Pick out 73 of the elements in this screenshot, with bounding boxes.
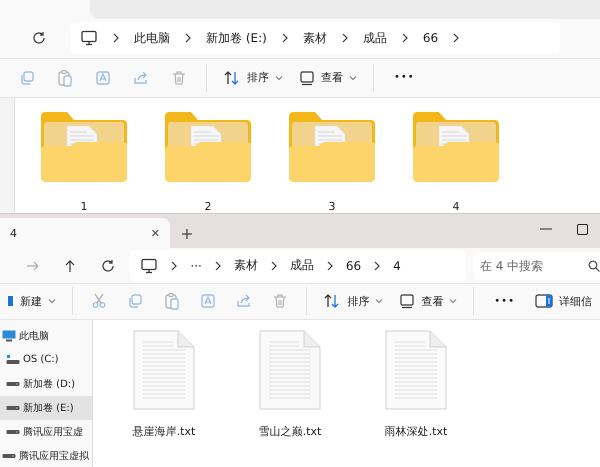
- drive-icon: [2, 452, 16, 459]
- folder-name[interactable]: 1: [80, 200, 88, 213]
- more-button[interactable]: •••: [482, 287, 527, 316]
- view-button[interactable]: 查看: [291, 64, 365, 92]
- breadcrumb[interactable]: 66: [346, 258, 362, 272]
- computer-icon: [2, 330, 16, 342]
- breadcrumb[interactable]: 新加卷 (E:): [206, 30, 267, 47]
- overflow-button[interactable]: ···: [190, 258, 202, 272]
- search-field[interactable]: 在 4 中搜索: [474, 252, 600, 280]
- chevron-icon: [214, 260, 222, 270]
- folder-icon[interactable]: [163, 110, 253, 182]
- sort-icon: [323, 293, 342, 310]
- chevron-icon: [373, 260, 382, 270]
- caret-icon: [275, 74, 283, 81]
- sidebar-item[interactable]: 此电脑: [0, 324, 92, 348]
- sidebar-item[interactable]: 新加卷 (D:): [0, 372, 92, 396]
- file-name[interactable]: 雪山之巅.txt: [258, 424, 322, 439]
- caret-icon: [375, 298, 384, 304]
- sort-button[interactable]: 排序: [215, 64, 291, 92]
- breadcrumb[interactable]: 成品: [362, 30, 387, 47]
- address-bar[interactable]: ··· 素材 成品 66 4: [130, 250, 466, 282]
- chevron-icon: [452, 33, 460, 44]
- sidebar-item[interactable]: 腾讯应用宝虚拟: [0, 444, 92, 467]
- chevron-icon: [400, 33, 409, 44]
- caret-icon: [449, 298, 458, 304]
- chevron-icon: [280, 33, 289, 44]
- chevron-icon: [184, 33, 192, 44]
- close-tab-button[interactable]: ✕: [150, 226, 160, 240]
- file-name[interactable]: 悬崖海岸.txt: [132, 424, 196, 439]
- drive-icon: [6, 404, 20, 411]
- drive-icon: [6, 380, 20, 387]
- computer-icon: [140, 258, 158, 274]
- sidebar-item[interactable]: 新加卷 (E:): [0, 396, 92, 420]
- file-name[interactable]: 雨林深处.txt: [384, 424, 448, 439]
- folder-name[interactable]: 4: [452, 200, 460, 213]
- text-file-icon[interactable]: [259, 330, 321, 410]
- view-button[interactable]: 查看: [391, 287, 466, 316]
- folder-icon[interactable]: [39, 110, 129, 182]
- breadcrumb[interactable]: 成品: [290, 257, 314, 274]
- breadcrumb[interactable]: 素材: [234, 257, 258, 274]
- sort-button[interactable]: 排序: [315, 287, 392, 316]
- breadcrumb[interactable]: 此电脑: [134, 30, 170, 47]
- folder-name[interactable]: 2: [204, 200, 212, 213]
- text-file-icon[interactable]: [385, 330, 447, 410]
- details-pane-icon: [534, 294, 553, 308]
- caret-icon: [48, 298, 56, 304]
- chevron-icon: [326, 260, 334, 270]
- new-button[interactable]: 新建: [0, 287, 64, 316]
- view-icon: [299, 70, 315, 86]
- chevron-icon: [112, 33, 120, 44]
- sidebar-item[interactable]: 腾讯应用宝虚: [0, 420, 92, 444]
- folder-icon[interactable]: [287, 110, 377, 182]
- drive-icon: [6, 428, 20, 435]
- breadcrumb[interactable]: 66: [422, 31, 438, 46]
- new-tab-button[interactable]: +: [170, 218, 204, 248]
- details-button[interactable]: 详细信: [526, 287, 600, 316]
- chevron-icon: [170, 260, 178, 270]
- sidebar-item[interactable]: OS (C:): [0, 348, 92, 372]
- address-bar[interactable]: 此电脑 新加卷 (E:) 素材 成品 66: [70, 22, 560, 54]
- caret-icon: [349, 74, 357, 81]
- view-icon: [399, 293, 416, 310]
- text-file-icon[interactable]: [133, 330, 195, 410]
- sort-icon: [223, 70, 241, 86]
- folder-name[interactable]: 3: [328, 200, 336, 213]
- computer-icon: [80, 30, 98, 46]
- more-button[interactable]: •••: [382, 64, 427, 92]
- breadcrumb[interactable]: 4: [393, 258, 401, 272]
- chevron-icon: [270, 260, 278, 270]
- chevron-icon: [340, 33, 349, 44]
- drive-icon: [6, 354, 20, 365]
- folder-tab[interactable]: 4 ✕: [0, 218, 170, 248]
- breadcrumb[interactable]: 素材: [302, 30, 327, 47]
- folder-icon[interactable]: [411, 110, 501, 182]
